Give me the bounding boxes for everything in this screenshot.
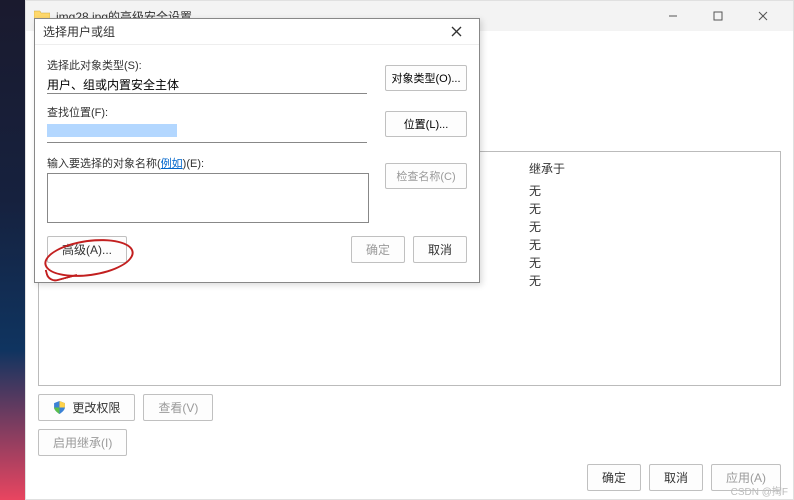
watermark: CSDN @掏F xyxy=(731,483,788,498)
perm-row[interactable]: 无 xyxy=(529,182,541,200)
view-button[interactable]: 查看(V) xyxy=(143,394,213,421)
perm-row[interactable]: 无 xyxy=(529,254,541,272)
perm-row[interactable]: 无 xyxy=(529,236,541,254)
object-type-field xyxy=(47,75,367,94)
perm-row[interactable]: 无 xyxy=(529,200,541,218)
close-button[interactable] xyxy=(740,1,785,31)
advanced-button[interactable]: 高级(A)... xyxy=(47,236,127,263)
dialog-cancel-button[interactable]: 取消 xyxy=(413,236,467,263)
location-field xyxy=(47,122,367,143)
window-controls xyxy=(650,1,785,31)
maximize-button[interactable] xyxy=(695,1,740,31)
location-value-highlight xyxy=(47,124,177,137)
object-name-input[interactable] xyxy=(47,173,369,223)
shield-icon xyxy=(53,401,66,414)
dialog-body: 选择此对象类型(S): 对象类型(O)... 查找位置(F): 位置(L)...… xyxy=(35,45,479,273)
perm-row[interactable]: 无 xyxy=(529,218,541,236)
change-permission-button[interactable]: 更改权限 xyxy=(38,394,135,421)
check-name-button[interactable]: 检查名称(C) xyxy=(385,163,467,189)
dialog-close-button[interactable] xyxy=(441,21,471,43)
perm-row[interactable]: 无 xyxy=(529,272,541,290)
select-user-group-dialog: 选择用户或组 选择此对象类型(S): 对象类型(O)... 查找位置(F): 位… xyxy=(34,18,480,283)
example-link[interactable]: 例如 xyxy=(161,158,183,170)
cancel-button[interactable]: 取消 xyxy=(649,464,703,491)
object-type-button[interactable]: 对象类型(O)... xyxy=(385,65,467,91)
change-perm-label: 更改权限 xyxy=(72,401,120,415)
inherit-column-header: 继承于 xyxy=(529,160,565,177)
dialog-ok-button[interactable]: 确定 xyxy=(351,236,405,263)
minimize-button[interactable] xyxy=(650,1,695,31)
dialog-title: 选择用户或组 xyxy=(43,23,115,40)
dialog-titlebar: 选择用户或组 xyxy=(35,19,479,45)
desktop-edge xyxy=(0,0,25,500)
enable-inherit-button[interactable]: 启用继承(I) xyxy=(38,429,127,456)
location-button[interactable]: 位置(L)... xyxy=(385,111,467,137)
ok-button[interactable]: 确定 xyxy=(587,464,641,491)
